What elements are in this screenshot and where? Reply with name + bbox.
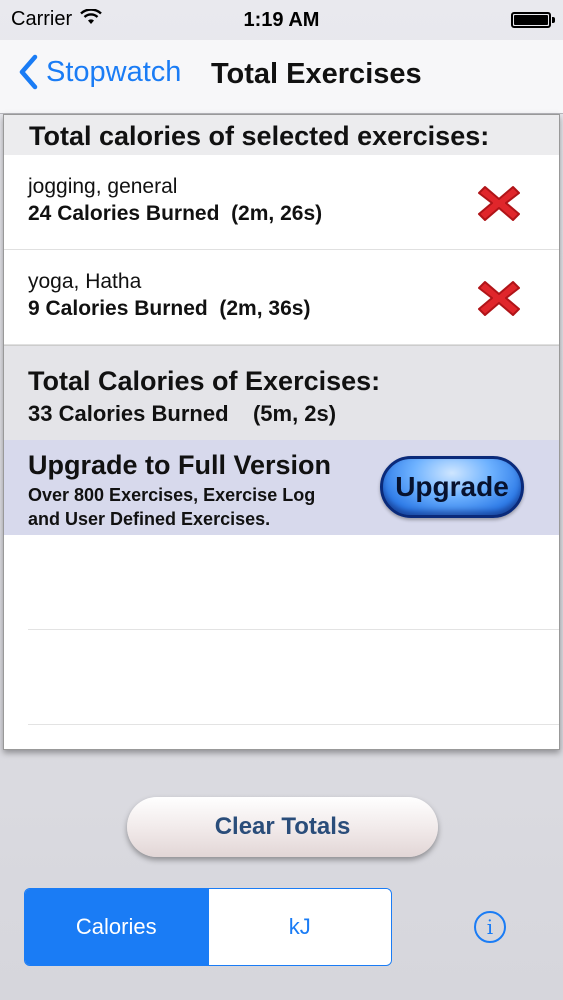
info-icon[interactable]: i <box>474 911 506 943</box>
empty-row <box>28 535 559 630</box>
upgrade-button[interactable]: Upgrade <box>380 456 524 518</box>
upgrade-banner: Upgrade to Full Version Over 800 Exercis… <box>4 440 559 535</box>
status-left: Carrier <box>11 8 102 31</box>
status-time: 1:19 AM <box>243 8 320 31</box>
unit-segmented-control: Calories kJ <box>24 888 392 966</box>
page-title: Total Exercises <box>211 58 422 90</box>
delete-x-icon[interactable] <box>475 181 523 225</box>
info-glyph: i <box>486 915 494 939</box>
total-calories-value: 33 Calories Burned (5m, 2s) <box>28 401 337 426</box>
clear-totals-button[interactable]: Clear Totals <box>127 797 438 857</box>
exercise-totals-card: Total calories of selected exercises: jo… <box>3 114 560 750</box>
back-button-label: Stopwatch <box>46 55 182 88</box>
segment-kj[interactable]: kJ <box>207 889 391 965</box>
wifi-icon <box>80 8 102 31</box>
total-calories-heading: Total Calories of Exercises: <box>28 366 381 396</box>
back-button[interactable]: Stopwatch <box>18 54 181 90</box>
empty-row <box>28 630 559 725</box>
exercise-row[interactable]: yoga, Hatha 9 Calories Burned (2m, 36s) <box>4 250 559 345</box>
navigation-bar: Stopwatch Total Exercises <box>0 40 563 114</box>
carrier-label: Carrier <box>11 8 73 30</box>
exercise-row[interactable]: jogging, general 24 Calories Burned (2m,… <box>4 155 559 250</box>
selected-exercises-header: Total calories of selected exercises: <box>4 115 559 155</box>
segment-calories[interactable]: Calories <box>25 889 208 965</box>
total-calories-section: Total Calories of Exercises: 33 Calories… <box>4 345 559 440</box>
battery-icon <box>511 12 555 28</box>
delete-x-icon[interactable] <box>475 276 523 320</box>
chevron-left-icon <box>19 54 38 90</box>
status-bar: Carrier 1:19 AM <box>0 0 563 40</box>
